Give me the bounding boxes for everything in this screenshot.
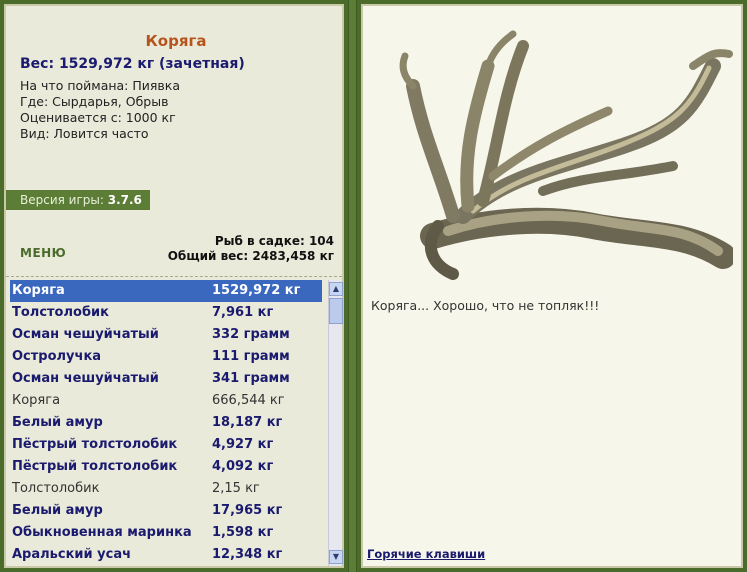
catch-list-item[interactable]: Осман чешуйчатый 341 грамм — [6, 368, 328, 390]
version-badge: Версия игры: 3.7.6 — [6, 190, 150, 210]
catch-list-item[interactable]: Пёстрый толстолобик 4,927 кг — [6, 434, 328, 456]
catch-item-name: Пёстрый толстолобик — [12, 459, 178, 474]
fish-count: Рыб в садке: 104 — [214, 234, 334, 248]
catch-item-weight: 12,348 кг — [212, 547, 283, 562]
scroll-thumb[interactable] — [329, 298, 343, 324]
catch-list-scrollbar[interactable]: ▲ ▼ — [328, 280, 343, 566]
catch-item-name: Осман чешуйчатый — [12, 327, 159, 342]
version-value: 3.7.6 — [107, 193, 142, 207]
keepnet-stats: Рыб в садке: 104 Общий вес: 2483,458 кг — [168, 234, 334, 264]
fish-name: Коряга — [145, 32, 207, 50]
scroll-down-icon[interactable]: ▼ — [329, 550, 343, 564]
catch-item-weight: 4,092 кг — [212, 459, 274, 474]
catch-list-item[interactable]: Белый амур 18,187 кг — [6, 412, 328, 434]
bait-info: На что поймана: Пиявка — [20, 78, 180, 93]
catch-list-item[interactable]: Белый амур 17,965 кг — [6, 500, 328, 522]
catch-item-weight: 18,187 кг — [212, 415, 283, 430]
location-info: Где: Сырдарья, Обрыв — [20, 94, 169, 109]
catch-item-name: Аральский усач — [12, 547, 132, 562]
catch-item-name: Коряга — [12, 393, 61, 408]
catch-item-name: Толстолобик — [12, 305, 109, 320]
catch-list-item[interactable]: Коряга 1529,972 кг — [10, 280, 322, 302]
scroll-up-icon[interactable]: ▲ — [329, 282, 343, 296]
catch-item-weight: 17,965 кг — [212, 503, 283, 518]
menu-button[interactable]: МЕНЮ — [20, 246, 66, 260]
driftwood-image — [399, 30, 733, 280]
catch-item-weight: 666,544 кг — [212, 393, 285, 408]
catch-list-item[interactable]: Толстолобик 2,15 кг — [6, 478, 328, 500]
list-divider — [6, 276, 342, 277]
valuation-info: Оценивается с: 1000 кг — [20, 110, 176, 125]
catch-item-weight: 332 грамм — [212, 327, 290, 342]
catch-info-panel: Коряга Вес: 1529,972 кг (зачетная) На чт… — [4, 4, 344, 568]
fish-weight: Вес: 1529,972 кг (зачетная) — [20, 56, 245, 72]
catch-item-name: Обыкновенная маринка — [12, 525, 192, 540]
catch-item-name: Коряга — [12, 283, 65, 298]
catch-list: Коряга 1529,972 кг Толстолобик 7,961 кг Осма… — [6, 280, 328, 566]
catch-list-item[interactable]: Толстолобик 7,961 кг — [6, 302, 328, 324]
catch-item-name: Пёстрый толстолобик — [12, 437, 178, 452]
catch-list-item[interactable]: Пёстрый толстолобик 4,092 кг — [6, 456, 328, 478]
catch-item-name: Остролучка — [12, 349, 102, 364]
catch-list-item[interactable]: Аральский усач 12,348 кг — [6, 544, 328, 566]
catch-item-weight: 1,598 кг — [212, 525, 274, 540]
total-weight: Общий вес: 2483,458 кг — [167, 249, 334, 263]
catch-item-weight: 111 грамм — [212, 349, 290, 364]
catch-item-weight: 4,927 кг — [212, 437, 274, 452]
catch-preview-panel: Коряга... Хорошо, что не топляк!!! Горяч… — [361, 4, 743, 568]
catch-comment: Коряга... Хорошо, что не топляк!!! — [371, 298, 600, 313]
catch-list-item[interactable]: Остролучка 111 грамм — [6, 346, 328, 368]
catch-item-name: Толстолобик — [12, 481, 100, 496]
catch-list-item[interactable]: Коряга 666,544 кг — [6, 390, 328, 412]
catch-item-weight: 341 грамм — [212, 371, 290, 386]
catch-list-item[interactable]: Обыкновенная маринка 1,598 кг — [6, 522, 328, 544]
catch-item-weight: 1529,972 кг — [212, 283, 301, 298]
catch-list-item[interactable]: Осман чешуйчатый 332 грамм — [6, 324, 328, 346]
catch-item-weight: 7,961 кг — [212, 305, 274, 320]
panel-divider — [348, 0, 357, 572]
version-label: Версия игры: — [20, 193, 104, 207]
catch-item-name: Белый амур — [12, 415, 103, 430]
catch-item-name: Белый амур — [12, 503, 103, 518]
catch-item-weight: 2,15 кг — [212, 481, 260, 496]
catch-item-name: Осман чешуйчатый — [12, 371, 159, 386]
frequency-info: Вид: Ловится часто — [20, 126, 149, 141]
hotkeys-link[interactable]: Горячие клавиши — [367, 547, 485, 561]
